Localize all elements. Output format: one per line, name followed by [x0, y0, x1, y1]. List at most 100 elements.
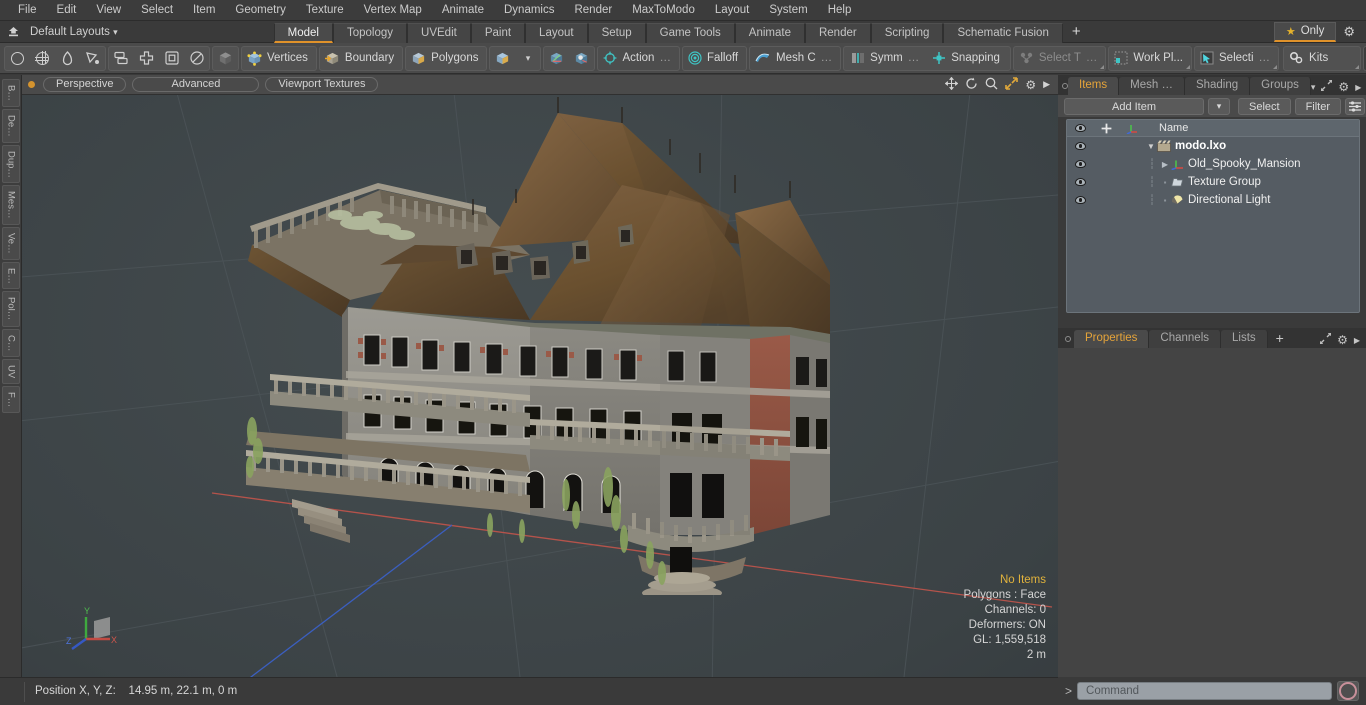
row-visibility-toggle[interactable] — [1067, 178, 1093, 186]
menu-item-vertex-map[interactable]: Vertex Map — [354, 0, 432, 21]
row-twisty[interactable]: ▼ — [1145, 142, 1157, 151]
left-tab-fusion[interactable]: F… — [2, 386, 20, 414]
gear-icon[interactable]: ⚙ — [1025, 79, 1036, 91]
play-icon[interactable]: ▶ — [1043, 80, 1050, 89]
polygon-pen-icon[interactable] — [80, 47, 105, 70]
left-tab-curve[interactable]: C… — [2, 328, 20, 357]
play-icon[interactable]: ▶ — [1354, 336, 1360, 345]
tab-shading[interactable]: Shading — [1184, 77, 1251, 95]
left-tab-polygon[interactable]: Pol… — [2, 291, 20, 327]
viewport-3d-canvas[interactable]: No Items Polygons : Face Channels: 0 Def… — [22, 95, 1058, 677]
add-tab-button[interactable]: + — [1063, 23, 1090, 43]
pen-icon[interactable] — [55, 47, 80, 70]
tab-paint[interactable]: Paint — [470, 22, 526, 43]
menu-item-system[interactable]: System — [759, 0, 817, 21]
tab-model[interactable]: Model — [273, 22, 333, 43]
menu-item-animate[interactable]: Animate — [432, 0, 494, 21]
tab-animate[interactable]: Animate — [734, 22, 805, 43]
viewport-textures-toggle[interactable]: Viewport Textures — [265, 77, 379, 92]
gear-icon[interactable]: ⚙ — [1338, 24, 1360, 40]
action-center-button[interactable]: Action … — [597, 45, 680, 71]
left-tab-deform[interactable]: De… — [2, 108, 20, 143]
item-list[interactable]: Name ▼ modo.lxo ┆ ▶ Old_Spooky_Mansion ┆… — [1066, 119, 1360, 313]
array-icon[interactable] — [134, 47, 159, 70]
tab-setup[interactable]: Setup — [587, 22, 646, 43]
viewport-mode-perspective[interactable]: Perspective — [43, 77, 127, 92]
tab-schematic-fusion[interactable]: Schematic Fusion — [943, 22, 1063, 43]
viewport-style-advanced[interactable]: Advanced — [132, 77, 260, 92]
menu-item-render[interactable]: Render — [564, 0, 622, 21]
menu-item-view[interactable]: View — [86, 0, 131, 21]
snapping-button[interactable]: Snapping — [927, 46, 1008, 71]
zoom-icon[interactable] — [985, 77, 998, 92]
selection-sets-button[interactable]: Selecti … — [1194, 45, 1280, 71]
expand-icon[interactable] — [1319, 332, 1332, 347]
rotate-icon[interactable] — [965, 77, 978, 92]
menu-item-help[interactable]: Help — [818, 0, 862, 21]
command-record-button[interactable] — [1337, 681, 1359, 701]
mesh-constraint-button[interactable]: Mesh C … — [749, 45, 842, 71]
menu-item-geometry[interactable]: Geometry — [225, 0, 296, 21]
only-toggle-button[interactable]: ★ Only — [1273, 21, 1337, 42]
tab-uvedit[interactable]: UVEdit — [407, 22, 471, 43]
tab-channels[interactable]: Channels — [1149, 330, 1222, 348]
row-visibility-toggle[interactable] — [1067, 142, 1093, 150]
cube-icon[interactable] — [213, 47, 238, 70]
tab-game-tools[interactable]: Game Tools — [645, 22, 735, 43]
tab-scripting[interactable]: Scripting — [870, 22, 944, 43]
menu-item-dynamics[interactable]: Dynamics — [494, 0, 564, 21]
mirror-icon[interactable] — [109, 47, 134, 70]
row-twisty[interactable]: ▶ — [1159, 160, 1171, 169]
table-row[interactable]: ┆ ▪ Directional Light — [1067, 191, 1359, 209]
row-visibility-toggle[interactable] — [1067, 160, 1093, 168]
select-through-button[interactable]: Select T … — [1012, 45, 1107, 71]
left-tab-vertex[interactable]: Ve… — [2, 226, 20, 260]
menu-item-edit[interactable]: Edit — [47, 0, 87, 21]
circle-icon[interactable] — [5, 47, 30, 70]
menu-item-file[interactable]: File — [8, 0, 47, 21]
tab-items[interactable]: Items — [1068, 77, 1120, 95]
menu-item-select[interactable]: Select — [131, 0, 183, 21]
pan-icon[interactable] — [945, 76, 959, 92]
item-mode-caret[interactable]: ▾ — [515, 47, 540, 70]
left-tab-edge[interactable]: E… — [2, 261, 20, 290]
chevron-down-icon[interactable]: ▾ — [1311, 82, 1316, 93]
table-row[interactable]: ┆ ▪ Texture Group — [1067, 173, 1359, 191]
radial-icon[interactable] — [184, 47, 209, 70]
filter-button[interactable]: Filter — [1294, 97, 1342, 115]
selection-mode-vertices[interactable]: Vertices — [241, 45, 317, 71]
default-layouts-label[interactable]: Default Layouts ▾ — [26, 26, 124, 38]
left-tab-duplicate[interactable]: Dup… — [2, 144, 20, 184]
gear-icon[interactable]: ⚙ — [1337, 333, 1348, 347]
tab-mesh-ops[interactable]: Mesh … — [1119, 77, 1185, 95]
symmetry-button[interactable]: Symm … — [846, 46, 927, 71]
item-cube-icon[interactable] — [490, 47, 515, 70]
tab-layout[interactable]: Layout — [525, 22, 588, 43]
table-row[interactable]: ▼ modo.lxo — [1067, 137, 1359, 155]
gear-icon[interactable]: ⚙ — [1338, 80, 1349, 94]
kits-button[interactable]: Kits — [1283, 45, 1362, 71]
tab-properties[interactable]: Properties — [1074, 330, 1150, 348]
add-item-button[interactable]: Add Item — [1064, 97, 1204, 115]
tab-render[interactable]: Render — [804, 22, 871, 43]
left-tab-basic[interactable]: B… — [2, 79, 20, 107]
selection-mode-polygons[interactable]: Polygons — [405, 45, 488, 71]
menu-item-layout[interactable]: Layout — [705, 0, 760, 21]
status-bar-handle[interactable] — [0, 678, 24, 705]
command-input[interactable] — [1077, 682, 1332, 700]
add-properties-tab-button[interactable]: + — [1268, 330, 1292, 348]
falloff-button[interactable]: Falloff — [681, 45, 748, 71]
selection-mode-boundary[interactable]: Boundary — [318, 45, 404, 71]
fit-icon[interactable] — [1005, 77, 1019, 92]
globe-icon[interactable] — [30, 47, 55, 70]
home-up-icon[interactable] — [0, 22, 26, 42]
add-item-caret[interactable]: ▾ — [1208, 97, 1230, 115]
list-options-icon[interactable] — [1345, 97, 1366, 115]
menu-item-maxtomodo[interactable]: MaxToModo — [622, 0, 705, 21]
row-visibility-toggle[interactable] — [1067, 196, 1093, 204]
axis-gizmo[interactable]: Y X Z — [66, 603, 128, 659]
tab-topology[interactable]: Topology — [332, 22, 408, 43]
play-icon[interactable]: ▶ — [1355, 83, 1361, 92]
menu-item-texture[interactable]: Texture — [296, 0, 354, 21]
left-tab-uv[interactable]: UV — [2, 358, 20, 385]
